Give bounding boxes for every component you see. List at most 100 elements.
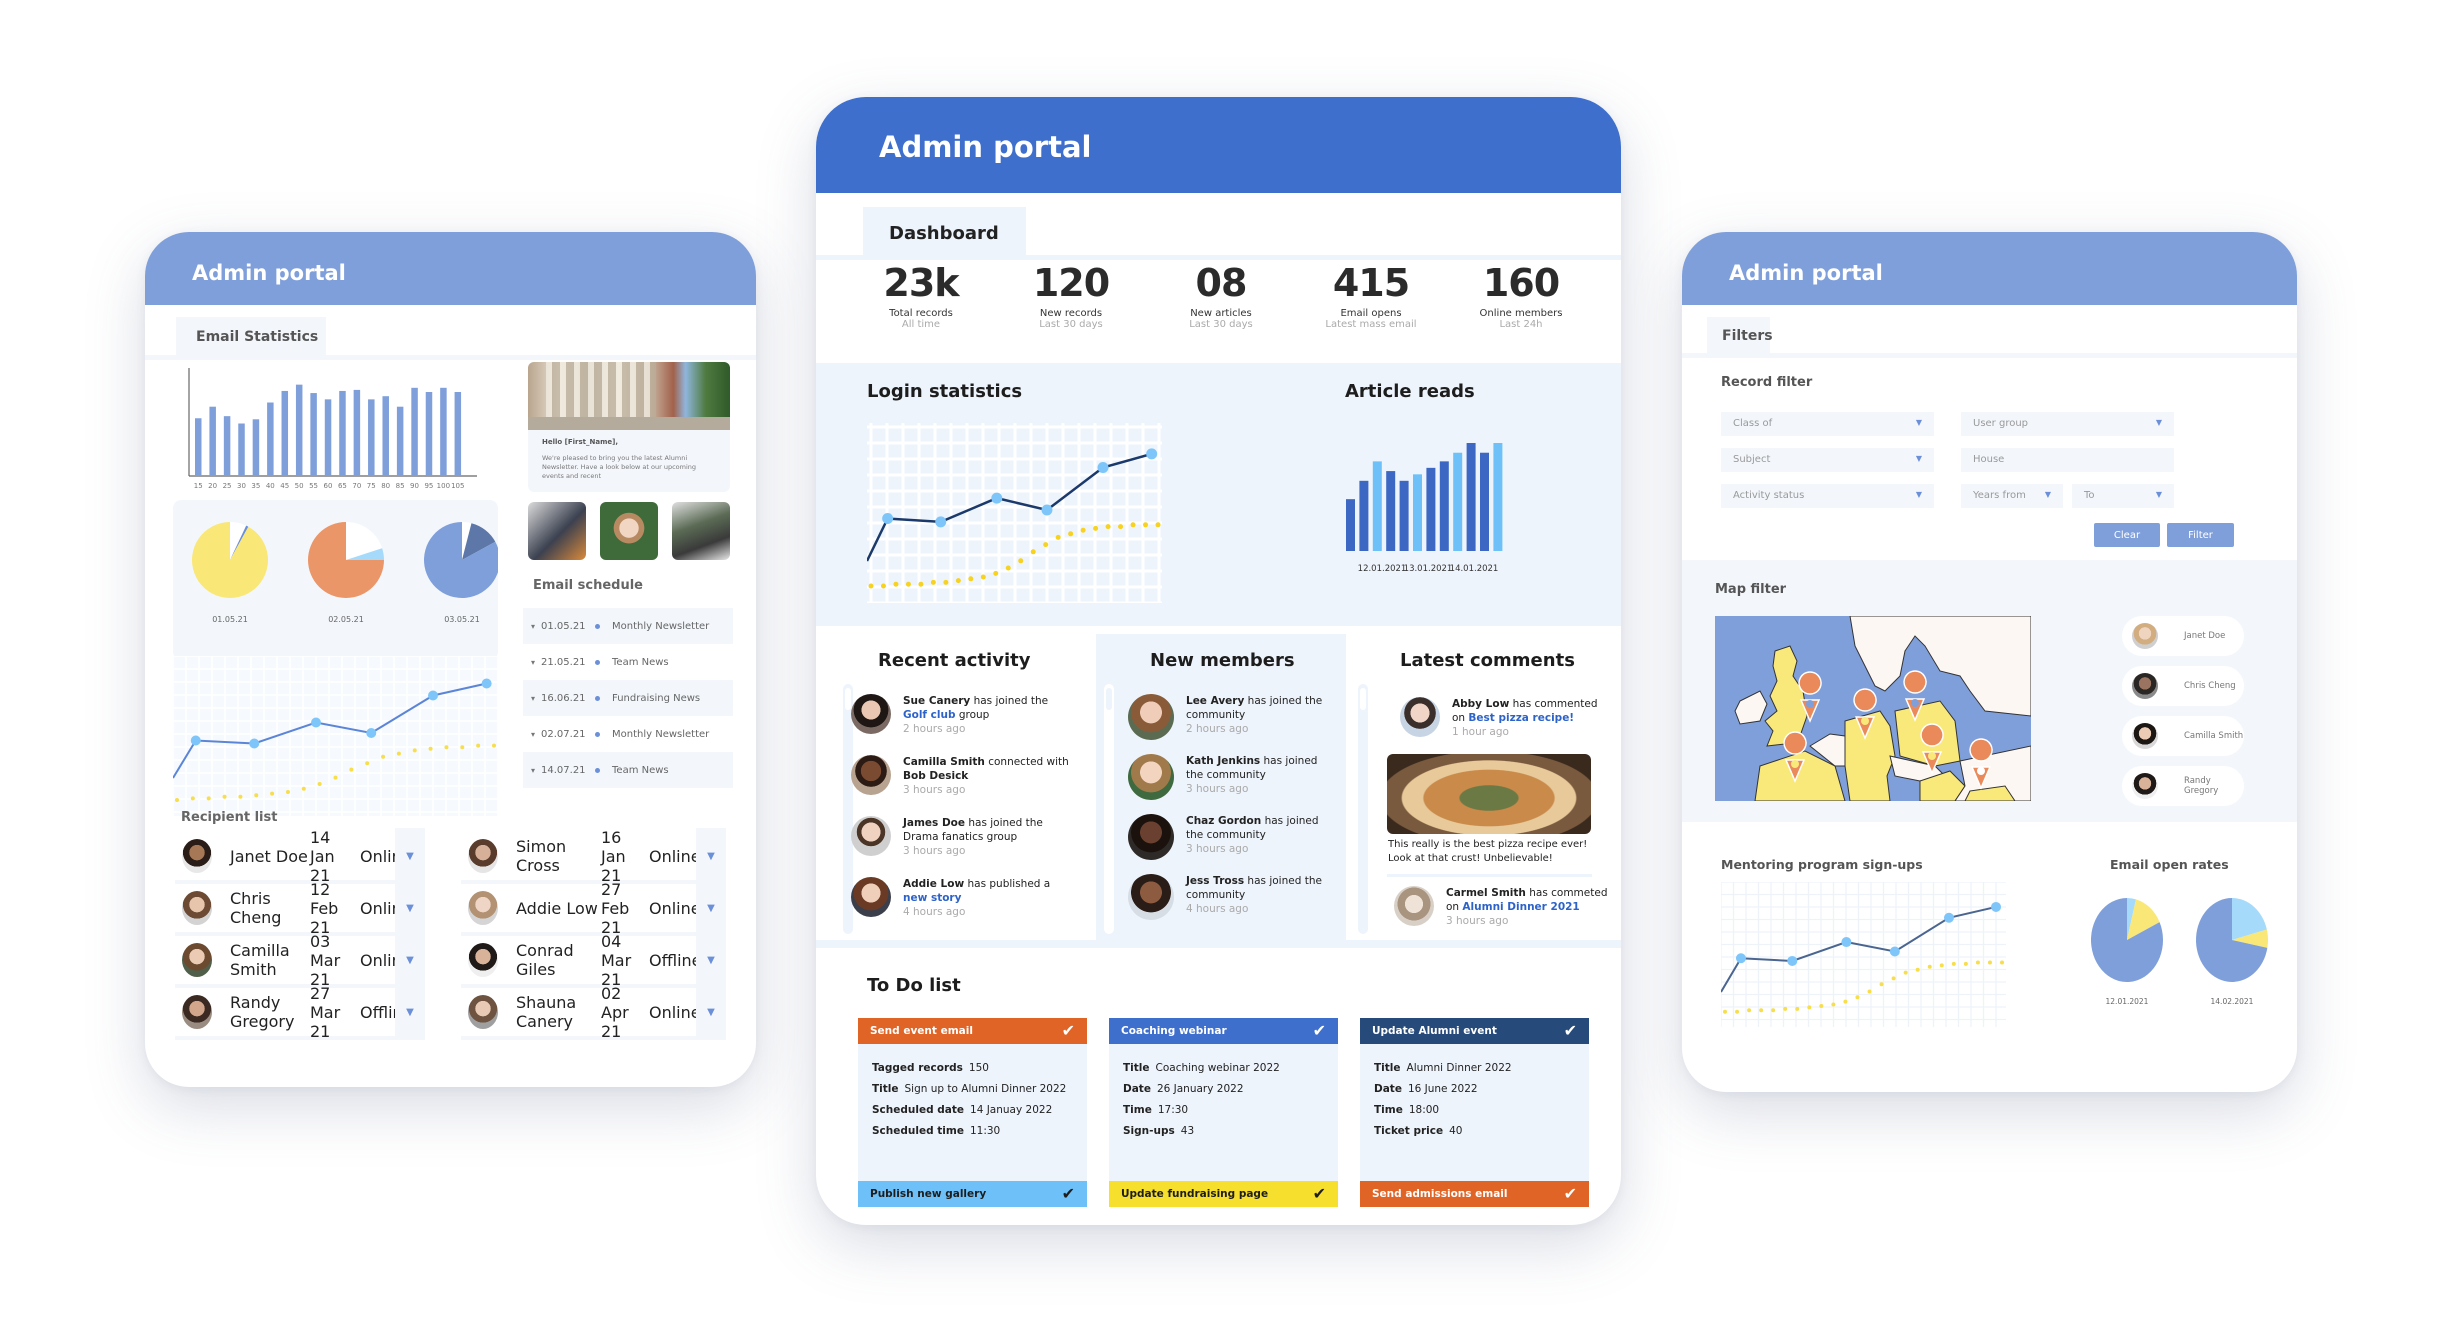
todo-header[interactable]: Update Alumni event ✔ — [1360, 1018, 1589, 1044]
trend-dot — [1915, 967, 1920, 972]
class-of-select[interactable]: Class of ▼ — [1721, 412, 1934, 436]
todo-task[interactable]: Send admissions email ✔ — [1360, 1181, 1589, 1207]
members-scrollbar[interactable] — [1104, 684, 1114, 934]
tab-dashboard[interactable]: Dashboard — [863, 207, 1026, 255]
trend-dot — [175, 798, 179, 802]
caret-down-icon[interactable]: ▾ — [531, 658, 535, 667]
recipient-list-left: Janet Doe 14 Jan 21 Online ▼ Chris Cheng 12 F… — [175, 828, 425, 1041]
check-icon[interactable]: ✔ — [1062, 1023, 1075, 1039]
scroll-thumb[interactable] — [1106, 688, 1112, 710]
recipient-row[interactable]: Camilla Smith 03 Mar 21 Online ▼ — [175, 932, 425, 989]
comment-link[interactable]: Alumni Dinner 2021 — [1462, 901, 1579, 913]
check-icon[interactable]: ✔ — [1564, 1186, 1577, 1202]
x-tick-label: 60 — [324, 482, 333, 490]
check-icon[interactable]: ✔ — [1062, 1186, 1075, 1202]
recipient-row[interactable]: Addie Low 27 Feb 21 Online ▼ — [461, 880, 726, 937]
expand-icon[interactable]: ▼ — [395, 880, 425, 936]
activity-link[interactable]: new story — [903, 892, 961, 904]
recipient-row[interactable]: Conrad Giles 04 Mar 21 Offline ▼ — [461, 932, 726, 989]
recent-activity-title: Recent activity — [878, 650, 1031, 671]
recipient-date: 03 Mar 21 — [310, 931, 341, 989]
schedule-item[interactable]: ▾ 01.05.21 Monthly Newsletter — [523, 608, 733, 644]
activity-status-select[interactable]: Activity status ▼ — [1721, 484, 1934, 508]
tab-email-statistics[interactable]: Email Statistics — [176, 317, 326, 355]
activity-item[interactable]: Sue Canery has joined the Golf club grou… — [851, 694, 1071, 736]
expand-icon[interactable]: ▼ — [696, 984, 726, 1040]
member-item[interactable]: Lee Avery has joined the community 2 hour… — [1128, 694, 1338, 740]
user-group-select[interactable]: User group ▼ — [1961, 412, 2174, 436]
clear-button[interactable]: Clear — [2094, 523, 2160, 547]
europe-map[interactable] — [1715, 616, 2031, 801]
target-name[interactable]: Bob Desick — [903, 770, 968, 782]
trend-dot — [1080, 527, 1086, 533]
data-point — [1787, 955, 1798, 966]
recipient-row[interactable]: Janet Doe 14 Jan 21 Online ▼ — [175, 828, 425, 885]
comment-time: 1 hour ago — [1452, 726, 1509, 738]
activity-item[interactable]: Addie Low has published a new story 4 hou… — [851, 877, 1071, 919]
scroll-thumb[interactable] — [1360, 688, 1366, 710]
filter-button[interactable]: Filter — [2167, 523, 2234, 547]
stat-card: 08 New articles Last 30 days — [1146, 260, 1296, 360]
person-name: Janet Doe — [2184, 631, 2226, 641]
todo-field: Title Coaching webinar 2022 — [1123, 1058, 1324, 1079]
check-icon[interactable]: ✔ — [1313, 1186, 1326, 1202]
comment-link[interactable]: Best pizza recipe! — [1468, 712, 1574, 724]
recipient-row[interactable]: Simon Cross 16 Jan 21 Online ▼ — [461, 828, 726, 885]
activity-item[interactable]: James Doe has joined the Drama fanatics … — [851, 816, 1071, 858]
map-person[interactable]: Randy Gregory — [2122, 766, 2244, 806]
recipient-row[interactable]: Randy Gregory 27 Mar 21 Offline ▼ — [175, 984, 425, 1041]
map-person[interactable]: Chris Cheng — [2122, 666, 2244, 706]
todo-header[interactable]: Coaching webinar ✔ — [1109, 1018, 1338, 1044]
caret-down-icon[interactable]: ▾ — [531, 766, 535, 775]
todo-card[interactable]: Send event email ✔ Tagged records 150 Title S… — [858, 1018, 1087, 1184]
caret-down-icon[interactable]: ▾ — [531, 622, 535, 631]
subject-select[interactable]: Subject ▼ — [1721, 448, 1934, 472]
member-item[interactable]: Kath Jenkins has joined the community 3 h… — [1128, 754, 1338, 800]
member-item[interactable]: Jess Tross has joined the community 4 hou… — [1128, 874, 1338, 920]
trend-dot — [1055, 534, 1061, 540]
expand-icon[interactable]: ▼ — [696, 880, 726, 936]
trend-dot — [476, 743, 481, 748]
caret-down-icon[interactable]: ▾ — [531, 730, 535, 739]
map-person[interactable]: Camilla Smith — [2122, 716, 2244, 756]
avatar — [1128, 814, 1174, 860]
member-item[interactable]: Chaz Gordon has joined the community 3 ho… — [1128, 814, 1338, 860]
commenter-name: Carmel Smith — [1446, 887, 1526, 899]
schedule-name: Monthly Newsletter — [612, 728, 710, 740]
x-tick-label: 55 — [309, 482, 318, 490]
expand-icon[interactable]: ▼ — [395, 932, 425, 988]
todo-card[interactable]: Update Alumni event ✔ Title Alumni Dinner 2… — [1360, 1018, 1589, 1184]
house-input[interactable]: House — [1961, 448, 2174, 472]
recipient-row[interactable]: Shauna Canery 02 Apr 21 Online ▼ — [461, 984, 726, 1041]
schedule-item[interactable]: ▾ 21.05.21 Team News — [523, 644, 733, 680]
recipient-row[interactable]: Chris Cheng 12 Feb 21 Online ▼ — [175, 880, 425, 937]
comments-scrollbar[interactable] — [1358, 684, 1368, 934]
field-placeholder: Class of — [1733, 418, 1773, 429]
years-to-select[interactable]: To ▼ — [2072, 484, 2174, 508]
todo-task[interactable]: Update fundraising page ✔ — [1109, 1181, 1338, 1207]
expand-icon[interactable]: ▼ — [696, 828, 726, 884]
avatar — [851, 816, 891, 856]
years-from-select[interactable]: Years from ▼ — [1961, 484, 2063, 508]
newsletter-preview[interactable]: Hello [First_Name], We're pleased to bri… — [528, 362, 730, 492]
schedule-item[interactable]: ▾ 14.07.21 Team News — [523, 752, 733, 788]
todo-card[interactable]: Coaching webinar ✔ Title Coaching webinar 2… — [1109, 1018, 1338, 1184]
todo-task[interactable]: Publish new gallery ✔ — [858, 1181, 1087, 1207]
schedule-item[interactable]: ▾ 16.06.21 Fundraising News — [523, 680, 733, 716]
comment-item[interactable]: Abby Low has commented on Best pizza rec… — [1400, 697, 1610, 739]
activity-link[interactable]: Golf club — [903, 709, 955, 721]
field-value: 17:30 — [1157, 1104, 1189, 1116]
activity-item[interactable]: Camilla Smith connected with Bob Desick 3… — [851, 755, 1071, 797]
avatar — [1394, 886, 1434, 926]
tab-filters[interactable]: Filters — [1707, 317, 1773, 353]
todo-header[interactable]: Send event email ✔ — [858, 1018, 1087, 1044]
caret-down-icon[interactable]: ▾ — [531, 694, 535, 703]
expand-icon[interactable]: ▼ — [395, 828, 425, 884]
check-icon[interactable]: ✔ — [1313, 1023, 1326, 1039]
schedule-item[interactable]: ▾ 02.07.21 Monthly Newsletter — [523, 716, 733, 752]
expand-icon[interactable]: ▼ — [696, 932, 726, 988]
check-icon[interactable]: ✔ — [1564, 1023, 1577, 1039]
map-person[interactable]: Janet Doe — [2122, 616, 2244, 656]
comment-item[interactable]: Carmel Smith has commeted on Alumni Dinn… — [1394, 886, 1609, 928]
expand-icon[interactable]: ▼ — [395, 984, 425, 1040]
